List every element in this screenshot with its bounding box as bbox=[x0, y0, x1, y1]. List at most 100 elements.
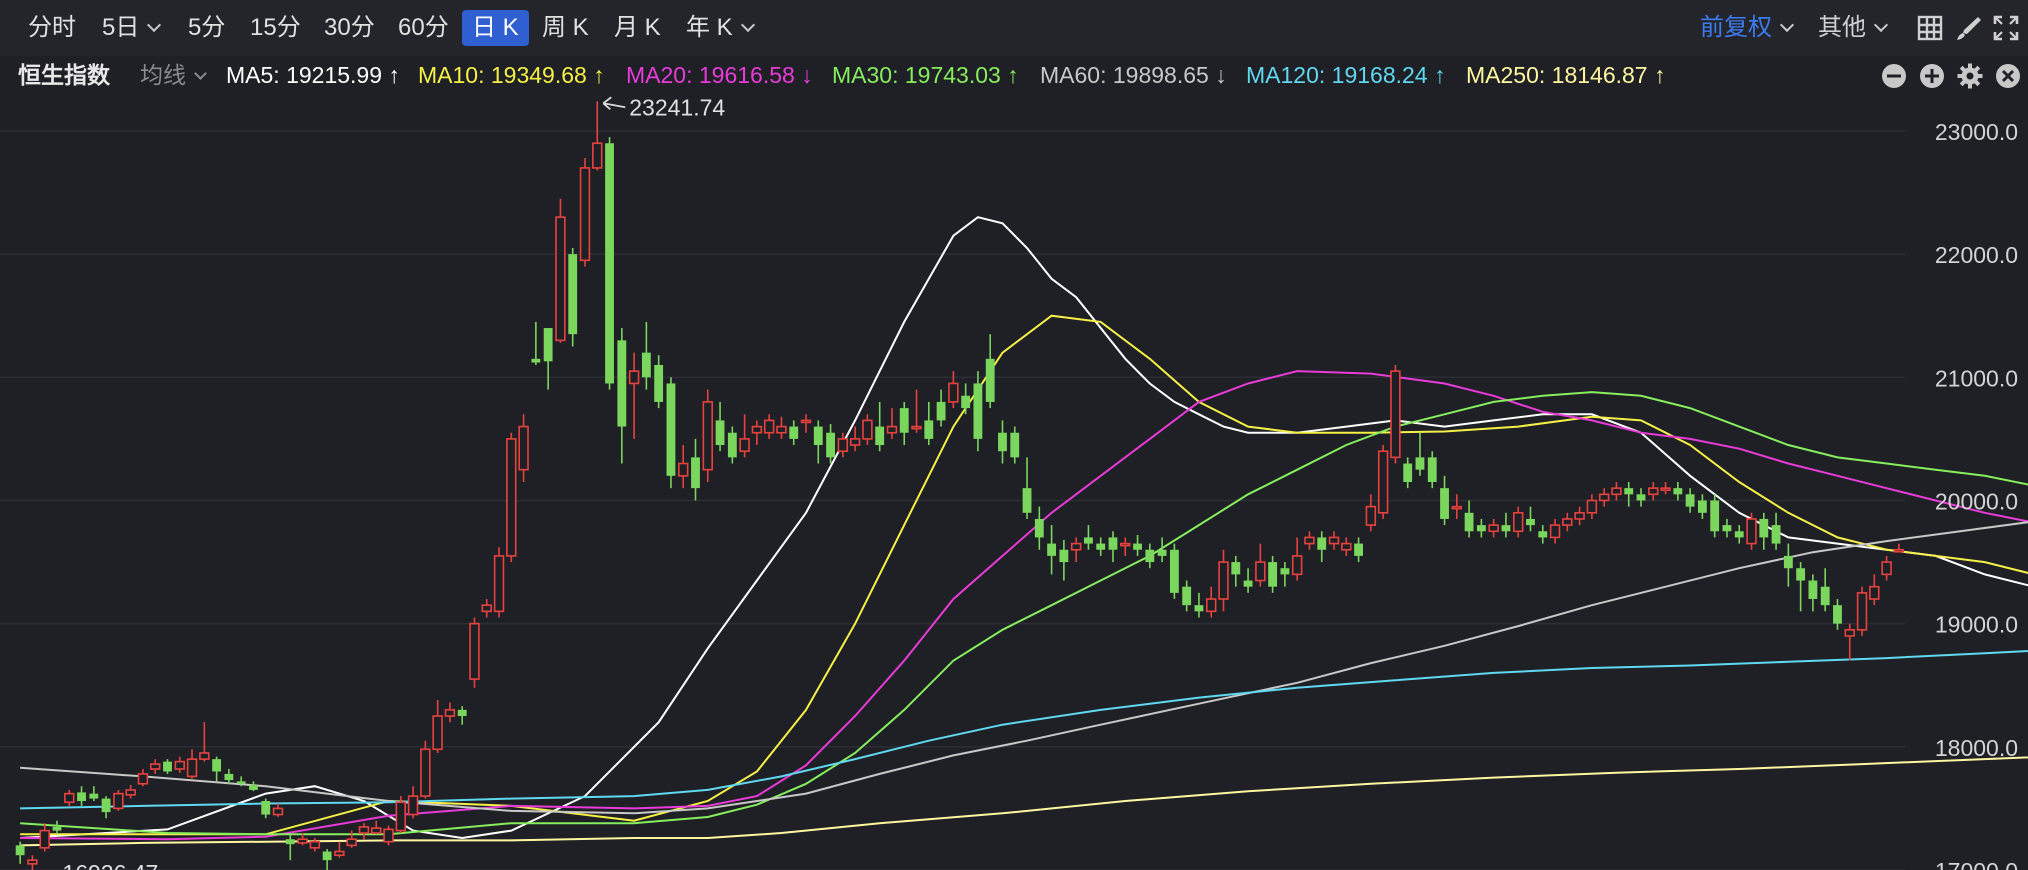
candle-body bbox=[1759, 518, 1769, 538]
candle-body bbox=[1377, 450, 1389, 514]
chevron-down-icon bbox=[147, 17, 162, 33]
ma-value-1: MA10: 19349.68 ↑ bbox=[418, 62, 605, 88]
y-tick-label: 22000.0 bbox=[1935, 242, 2018, 268]
ma-value-5: MA120: 19168.24 ↑ bbox=[1246, 62, 1446, 88]
candle-body bbox=[813, 426, 823, 446]
candle-body bbox=[1574, 511, 1585, 520]
candlestick-chart[interactable]: 23000.0 22000.0 21000.0 20000.0 19000.0 18000… bbox=[0, 94, 2028, 870]
chevron-down-icon bbox=[1873, 17, 1889, 33]
candle-body bbox=[739, 438, 750, 453]
index-name: 恒生指数 bbox=[18, 62, 110, 88]
candle-body bbox=[371, 827, 382, 834]
candle-body bbox=[1390, 370, 1401, 459]
candle-body bbox=[1796, 568, 1806, 581]
tab-60min[interactable]: 60分 bbox=[388, 10, 459, 46]
candle-body bbox=[27, 859, 38, 865]
candle-body bbox=[113, 792, 124, 810]
candle-body bbox=[936, 401, 946, 421]
candle-body bbox=[1673, 488, 1683, 495]
tab-30min[interactable]: 30分 bbox=[314, 10, 385, 46]
tab-intraday[interactable]: 分时 bbox=[18, 10, 86, 46]
chevron-down-icon bbox=[1779, 17, 1795, 33]
candle-body bbox=[1169, 549, 1179, 593]
candle-body bbox=[212, 759, 222, 772]
candle-body bbox=[1734, 531, 1744, 538]
fullscreen-icon[interactable] bbox=[1992, 14, 2020, 42]
candle-body bbox=[1084, 537, 1093, 544]
candle-body bbox=[1549, 524, 1561, 539]
candle-body bbox=[1808, 580, 1818, 600]
tab-weekly-k[interactable]: 周 K bbox=[532, 10, 599, 46]
period-toolbar: 分时 5日 5分 15分 30分 60分 日 K 周 K 月 K 年 K 前复权… bbox=[0, 0, 2028, 56]
tab-yearly-k[interactable]: 年 K bbox=[676, 10, 763, 46]
candle-body bbox=[77, 792, 86, 802]
candle-body bbox=[677, 462, 689, 477]
candle-body bbox=[948, 382, 959, 403]
candle-body bbox=[1194, 605, 1204, 612]
grid-lines bbox=[0, 130, 1905, 870]
candle-body bbox=[789, 426, 799, 439]
y-tick-label: 19000.0 bbox=[1935, 612, 2018, 638]
price-adjust-select[interactable]: 前复权 bbox=[1700, 10, 1795, 46]
tab-15min[interactable]: 15分 bbox=[240, 10, 311, 46]
candle-body bbox=[1636, 494, 1646, 501]
candle-body bbox=[899, 408, 909, 433]
candle-body bbox=[1243, 580, 1253, 587]
candle-body bbox=[1120, 542, 1131, 547]
candle-body bbox=[1660, 487, 1671, 491]
candle-body bbox=[285, 839, 295, 845]
ma-value-2: MA20: 19616.58 ↓ bbox=[626, 62, 813, 88]
candle-body bbox=[506, 438, 517, 557]
candle-body bbox=[101, 798, 111, 813]
ma-value-0: MA5: 19215.99 ↑ bbox=[226, 62, 400, 88]
candle-body bbox=[1526, 518, 1535, 526]
y-tick-label: 21000.0 bbox=[1935, 365, 2018, 391]
candle-body bbox=[1488, 524, 1499, 533]
candle-body bbox=[605, 143, 614, 384]
candle-body bbox=[1022, 488, 1032, 513]
candle-body bbox=[543, 328, 553, 362]
candle-body bbox=[727, 432, 737, 458]
high-label: 23241.74 bbox=[629, 94, 725, 120]
ma-selector[interactable]: 均线 bbox=[140, 60, 207, 90]
price-adjust-label: 前复权 bbox=[1700, 14, 1772, 41]
gear-icon[interactable] bbox=[1956, 62, 1984, 90]
candle-body bbox=[64, 792, 75, 804]
tab-5day[interactable]: 5日 bbox=[92, 10, 169, 46]
candle-body bbox=[481, 604, 492, 613]
candle-body bbox=[1255, 561, 1266, 582]
zoom-in-icon[interactable] bbox=[1918, 62, 1946, 90]
candle-body bbox=[1648, 487, 1659, 496]
candle-body bbox=[1206, 598, 1217, 613]
zoom-out-icon[interactable] bbox=[1880, 62, 1908, 90]
candle-body bbox=[1586, 499, 1598, 514]
tab-5min[interactable]: 5分 bbox=[178, 10, 235, 46]
candle-body bbox=[457, 709, 467, 717]
candle-body bbox=[1059, 549, 1069, 563]
layout-grid-icon[interactable] bbox=[1916, 14, 1944, 42]
candle-body bbox=[1427, 457, 1437, 482]
candle-body bbox=[568, 254, 578, 335]
draw-brush-icon[interactable] bbox=[1954, 14, 1982, 42]
chevron-down-icon bbox=[740, 17, 755, 33]
ma-selector-label: 均线 bbox=[140, 62, 186, 88]
candle-body bbox=[1291, 555, 1303, 576]
candle-body bbox=[628, 370, 640, 385]
candle-body bbox=[886, 425, 898, 434]
tab-daily-k[interactable]: 日 K bbox=[462, 10, 529, 46]
candle-body bbox=[407, 795, 419, 816]
tab-5day-label: 5日 bbox=[102, 14, 140, 41]
candle-body bbox=[137, 773, 149, 785]
other-menu[interactable]: 其他 bbox=[1818, 10, 1889, 46]
candle-body bbox=[1034, 518, 1044, 538]
tab-monthly-k[interactable]: 月 K bbox=[604, 10, 671, 46]
candle-body bbox=[751, 425, 763, 434]
candle-body bbox=[1440, 488, 1449, 519]
candle-body bbox=[1512, 511, 1524, 533]
candle-body bbox=[297, 838, 308, 844]
candle-body bbox=[1856, 592, 1868, 631]
close-icon[interactable] bbox=[1994, 62, 2022, 90]
candle-body bbox=[1317, 537, 1327, 550]
candle-body bbox=[961, 395, 971, 409]
candle-body bbox=[89, 793, 99, 799]
